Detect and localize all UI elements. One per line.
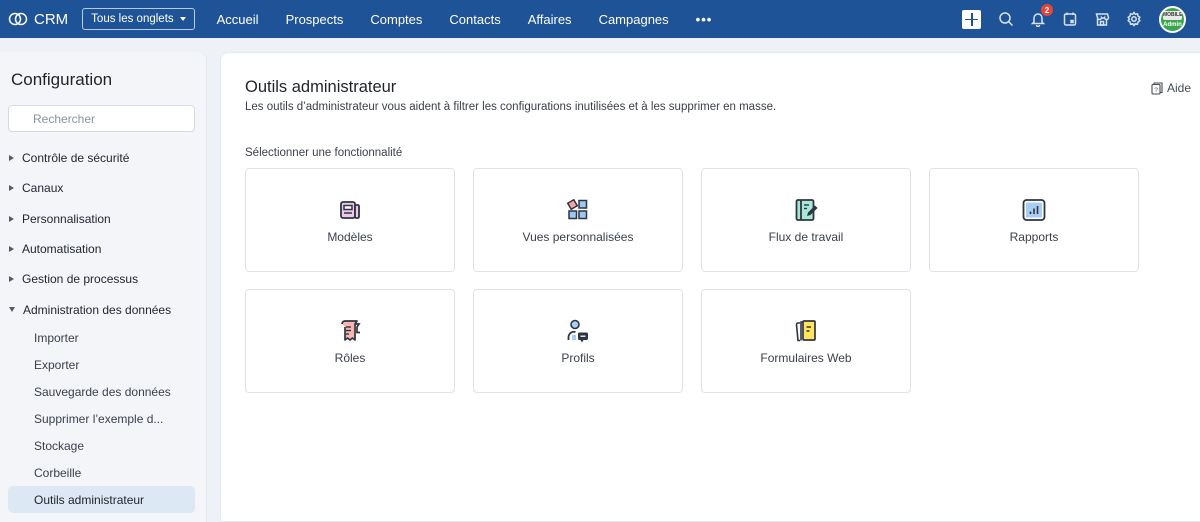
help-link[interactable]: ? Aide: [1151, 81, 1191, 95]
all-tabs-dropdown[interactable]: Tous les onglets: [82, 8, 195, 30]
caret-right-icon: [9, 215, 14, 222]
store-icon: [1095, 13, 1110, 26]
sidebar-subitem-supprimer-exemple[interactable]: Supprimer l’exemple d...: [8, 405, 195, 432]
caret-down-icon: [9, 307, 15, 313]
caret-right-icon: [9, 155, 14, 162]
card-formulaires-web[interactable]: Formulaires Web: [701, 289, 911, 393]
gear-icon: [1127, 11, 1141, 27]
reports-icon: [1021, 197, 1047, 223]
card-label: Profils: [561, 350, 595, 365]
card-label: Formulaires Web: [760, 350, 852, 365]
settings-button[interactable]: [1125, 10, 1143, 28]
notifications-button[interactable]: 2: [1029, 4, 1053, 28]
help-icon: ?: [1151, 81, 1163, 95]
webforms-icon: [793, 318, 819, 344]
card-label: Modèles: [327, 229, 373, 244]
notification-badge: 2: [1041, 4, 1053, 16]
search-icon: [999, 12, 1014, 27]
sidebar-menu: Contrôle de sécurité Canaux Personnalisa…: [0, 143, 207, 514]
crm-logo[interactable]: CRM: [8, 11, 68, 28]
sidebar-item-label: Canaux: [22, 181, 64, 196]
sidebar-title: Configuration: [11, 70, 113, 89]
caret-right-icon: [9, 185, 14, 192]
card-vues-personnalisees[interactable]: Vues personnalisées: [473, 168, 683, 272]
chevron-down-icon: [179, 17, 186, 21]
roles-icon: [337, 318, 363, 344]
sidebar-item-label: Personnalisation: [22, 211, 111, 226]
card-profils[interactable]: Profils: [473, 289, 683, 393]
page-title: Outils administrateur: [245, 78, 397, 96]
sidebar-subitem-sauvegarde[interactable]: Sauvegarde des données: [8, 379, 195, 406]
app-name: CRM: [34, 10, 69, 28]
all-tabs-label: Tous les onglets: [91, 13, 174, 25]
create-new-button[interactable]: [962, 9, 981, 29]
tab-comptes[interactable]: Comptes: [370, 12, 422, 27]
sidebar-item-automatisation[interactable]: Automatisation: [0, 234, 207, 264]
tab-campagnes[interactable]: Campagnes: [599, 12, 669, 27]
sidebar-search-input[interactable]: [8, 105, 195, 132]
sidebar-item-personnalisation[interactable]: Personnalisation: [0, 204, 207, 234]
profiles-icon: [565, 318, 591, 344]
card-roles[interactable]: Rôles: [245, 289, 455, 393]
sidebar-item-administration-donnees[interactable]: Administration des données: [0, 294, 207, 324]
marketplace-button[interactable]: [1093, 10, 1111, 28]
card-modeles[interactable]: Modèles: [245, 168, 455, 272]
module-tabs: Accueil Prospects Comptes Contacts Affai…: [217, 12, 713, 27]
sidebar-item-gestion-processus[interactable]: Gestion de processus: [0, 264, 207, 294]
calendar-button[interactable]: [1061, 10, 1079, 28]
caret-right-icon: [9, 246, 14, 253]
calendar-icon: [1063, 12, 1077, 26]
sidebar-item-label: Gestion de processus: [22, 272, 139, 287]
sidebar-subitem-outils-administrateur[interactable]: Outils administrateur: [8, 486, 195, 514]
top-navigation-bar: CRM Tous les onglets Accueil Prospects C…: [0, 0, 1200, 38]
help-label: Aide: [1166, 81, 1191, 95]
card-label: Rapports: [1009, 229, 1059, 244]
settings-sidebar: Configuration Contrôle de sécurité Canau…: [0, 52, 207, 522]
card-label: Rôles: [334, 350, 366, 365]
tab-affaires[interactable]: Affaires: [528, 12, 572, 27]
search-button[interactable]: [997, 10, 1015, 28]
avatar-brand: MOBILE: [1163, 10, 1183, 20]
sidebar-item-canaux[interactable]: Canaux: [0, 173, 207, 203]
sidebar-item-label: Contrôle de sécurité: [22, 151, 130, 166]
sidebar-subitem-importer[interactable]: Importer: [8, 325, 195, 352]
card-label: Flux de travail: [768, 229, 844, 244]
template-icon: [337, 197, 363, 223]
card-rapports[interactable]: Rapports: [929, 168, 1139, 272]
tab-accueil[interactable]: Accueil: [217, 12, 259, 27]
tab-contacts[interactable]: Contacts: [449, 12, 500, 27]
page-description: Les outils d’administrateur vous aident …: [245, 101, 777, 113]
select-feature-label: Sélectionner une fonctionnalité: [245, 147, 403, 159]
user-avatar[interactable]: MOBILE Admin: [1159, 5, 1186, 33]
sidebar-item-securite[interactable]: Contrôle de sécurité: [0, 143, 207, 173]
main-content: Outils administrateur Les outils d’admin…: [220, 52, 1200, 522]
custom-views-icon: [565, 197, 591, 223]
card-label: Vues personnalisées: [522, 229, 634, 244]
workflow-icon: [793, 197, 819, 223]
more-tabs-button[interactable]: •••: [696, 12, 713, 27]
sidebar-subitem-exporter[interactable]: Exporter: [8, 352, 195, 379]
card-flux-de-travail[interactable]: Flux de travail: [701, 168, 911, 272]
tab-prospects[interactable]: Prospects: [286, 12, 344, 27]
caret-right-icon: [9, 276, 14, 283]
sidebar-subitem-stockage[interactable]: Stockage: [8, 432, 195, 459]
sidebar-item-label: Automatisation: [22, 242, 102, 257]
avatar-label: Admin: [1163, 21, 1182, 28]
crm-logo-icon: [8, 12, 28, 26]
sidebar-subitem-corbeille[interactable]: Corbeille: [8, 459, 195, 486]
svg-text:?: ?: [1154, 87, 1158, 94]
sidebar-item-label: Administration des données: [23, 302, 172, 317]
